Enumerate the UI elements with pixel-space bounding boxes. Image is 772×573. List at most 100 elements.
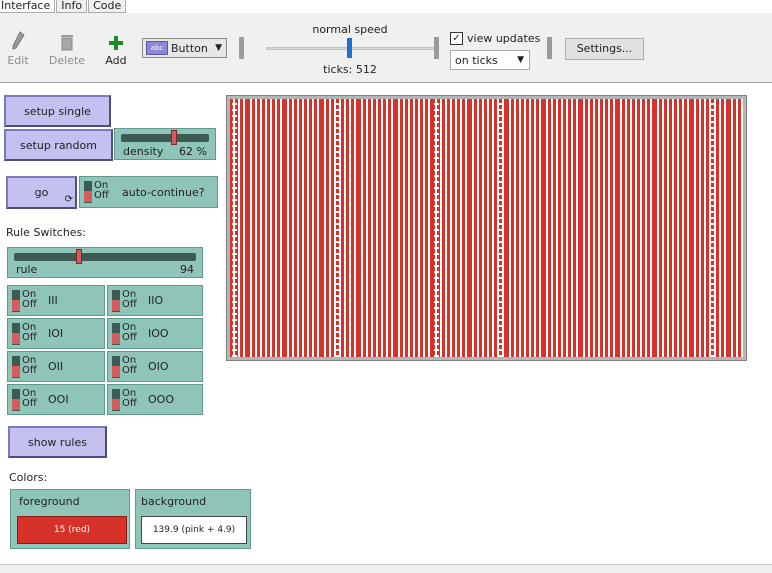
delete-label: Delete — [48, 54, 86, 67]
tab-info[interactable]: Info — [56, 0, 88, 13]
show-rules-label: show rules — [28, 435, 87, 449]
rule-switch-ooi[interactable]: On Off OOI — [7, 384, 105, 415]
auto-continue-label: auto-continue? — [122, 185, 205, 199]
view-updates-checkbox[interactable]: ✓ — [450, 32, 463, 45]
switch-toggle-icon[interactable] — [12, 290, 20, 312]
rule-switch-label: OOI — [48, 393, 69, 406]
rule-slider-value: 94 — [180, 263, 194, 276]
plus-icon — [96, 29, 136, 51]
rule-switch-iii[interactable]: On Off III — [7, 285, 105, 316]
switch-toggle-icon[interactable] — [112, 290, 120, 312]
density-slider-track[interactable] — [121, 134, 209, 142]
delete-button[interactable]: Delete — [47, 29, 87, 67]
rule-switch-label: III — [48, 294, 58, 307]
density-slider[interactable]: density 62 % — [114, 128, 216, 160]
switch-on-off-text: On Off — [22, 289, 37, 310]
foreground-color-input[interactable]: foreground 15 (red) — [10, 489, 130, 549]
rule-switch-label: IOI — [48, 327, 64, 340]
switch-on-off-text: On Off — [94, 180, 109, 201]
rule-switch-ioi[interactable]: On Off IOI — [7, 318, 105, 349]
ca-pattern-canvas — [230, 99, 743, 357]
rule-switch-label: OIO — [148, 360, 169, 373]
toolbar: Edit Delete Add abc Button ▼ normal spee… — [0, 13, 772, 83]
switch-toggle-icon[interactable] — [12, 356, 20, 378]
trash-icon — [47, 29, 87, 51]
settings-button[interactable]: Settings... — [565, 38, 644, 60]
background-color-input[interactable]: background 139.9 (pink + 4.9) — [135, 489, 251, 549]
tab-interface[interactable]: Interface — [0, 0, 56, 13]
edit-button[interactable]: Edit — [0, 29, 38, 67]
rule-switch-label: IIO — [148, 294, 164, 307]
background-name: background — [141, 495, 207, 508]
switch-on-off-text: On Off — [22, 388, 37, 409]
rule-switches-heading: Rule Switches: — [6, 226, 87, 239]
background-value: 139.9 (pink + 4.9) — [152, 525, 236, 535]
foreground-name: foreground — [19, 495, 80, 508]
setup-random-label: setup random — [20, 138, 97, 152]
switch-toggle-icon[interactable] — [112, 323, 120, 345]
go-button[interactable]: go ⟳ — [6, 176, 77, 209]
colors-heading: Colors: — [9, 471, 48, 484]
rule-switch-oii[interactable]: On Off OII — [7, 351, 105, 382]
rule-slider-track[interactable] — [14, 253, 196, 261]
widget-type-value: Button — [171, 41, 208, 55]
rule-switch-ioo[interactable]: On Off IOO — [107, 318, 203, 349]
rule-slider[interactable]: rule 94 — [7, 247, 203, 278]
rule-switch-label: OII — [48, 360, 64, 373]
speed-slider-knob[interactable] — [347, 38, 352, 58]
switch-toggle-icon[interactable] — [12, 323, 20, 345]
switch-toggle-icon[interactable] — [84, 181, 92, 203]
rule-switch-label: IOO — [148, 327, 169, 340]
setup-random-button[interactable]: setup random — [4, 129, 113, 161]
speed-slower-bar[interactable] — [239, 37, 244, 59]
go-label: go — [34, 186, 49, 199]
ticks-counter: ticks: 512 — [323, 63, 377, 76]
tab-bar: Interface Info Code — [0, 0, 127, 13]
density-slider-knob[interactable] — [171, 130, 177, 145]
add-button[interactable]: Add — [96, 29, 136, 67]
button-widget-icon: abc — [146, 41, 168, 55]
speed-faster-bar[interactable] — [434, 37, 439, 59]
widget-type-select[interactable]: abc Button ▼ — [142, 38, 227, 58]
rule-switch-iio[interactable]: On Off IIO — [107, 285, 203, 316]
show-rules-button[interactable]: show rules — [8, 426, 107, 458]
forever-icon: ⟳ — [64, 194, 73, 205]
switch-toggle-icon[interactable] — [112, 389, 120, 411]
edit-label: Edit — [7, 54, 29, 67]
rule-slider-name: rule — [16, 263, 38, 276]
rule-switch-label: OOO — [148, 393, 174, 406]
density-slider-value: 62 % — [179, 145, 207, 158]
update-mode-value: on ticks — [455, 53, 498, 67]
add-label: Add — [105, 54, 127, 67]
switch-toggle-icon[interactable] — [12, 389, 20, 411]
switch-on-off-text: On Off — [22, 355, 37, 376]
horizontal-scrollbar[interactable] — [0, 564, 772, 573]
rule-switch-ooo[interactable]: On Off OOO — [107, 384, 203, 415]
foreground-value: 15 (red) — [53, 525, 91, 535]
pencil-icon — [0, 29, 38, 51]
foreground-color-swatch[interactable]: 15 (red) — [17, 516, 127, 544]
rule-slider-knob[interactable] — [76, 249, 82, 264]
view-updates-toggle[interactable]: ✓ view updates — [450, 32, 540, 45]
chevron-down-icon: ▼ — [215, 43, 222, 53]
switch-on-off-text: On Off — [122, 355, 137, 376]
auto-continue-switch[interactable]: On Off auto-continue? — [79, 176, 218, 208]
background-color-swatch[interactable]: 139.9 (pink + 4.9) — [141, 516, 247, 544]
switch-on-off-text: On Off — [122, 322, 137, 343]
update-mode-select[interactable]: on ticks ▼ — [450, 50, 530, 70]
toolbar-divider — [547, 37, 552, 59]
density-slider-name: density — [123, 145, 164, 158]
view-updates-label: view updates — [467, 32, 541, 45]
switch-on-off-text: On Off — [22, 322, 37, 343]
switch-toggle-icon[interactable] — [112, 356, 120, 378]
netlogo-window: Interface Info Code Edit Delete Add abc … — [0, 0, 772, 573]
setup-single-button[interactable]: setup single — [4, 95, 111, 127]
rule-switch-oio[interactable]: On Off OIO — [107, 351, 203, 382]
world-view[interactable] — [226, 95, 747, 361]
switch-on-off-text: On Off — [122, 388, 137, 409]
tab-code[interactable]: Code — [88, 0, 127, 13]
speed-label: normal speed — [312, 23, 388, 36]
switch-on-off-text: On Off — [122, 289, 137, 310]
setup-single-label: setup single — [24, 104, 91, 118]
chevron-down-icon: ▼ — [517, 55, 524, 65]
